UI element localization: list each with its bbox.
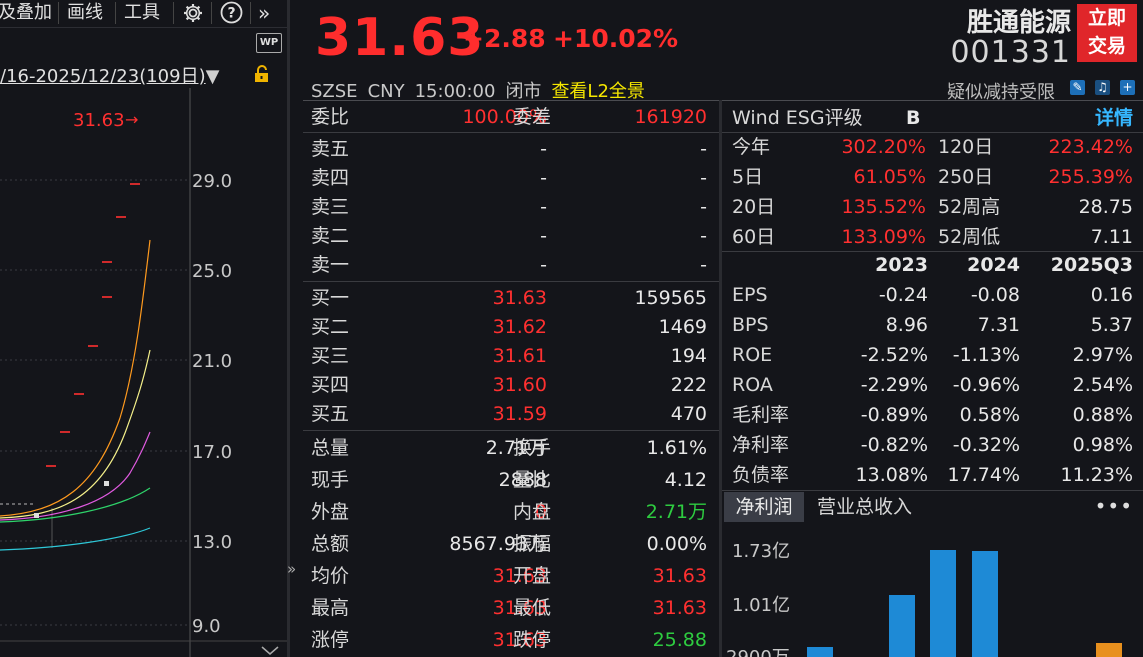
bid-row[interactable]: 买二 31.62 1469 xyxy=(303,313,719,341)
bid-row[interactable]: 买五 31.59 470 xyxy=(303,400,719,428)
y-tick: 9.0 xyxy=(192,616,221,637)
stat-row: 现手 2888 量比 4.12 xyxy=(311,469,707,491)
ask-row[interactable]: 卖二 - - xyxy=(303,222,719,250)
financial-row: ROA -2.29% -0.96% 2.54% xyxy=(732,374,1133,396)
last-price-marker: 31.63 xyxy=(73,110,125,131)
add-icon[interactable]: + xyxy=(1120,80,1135,95)
esg-grade: B xyxy=(906,107,921,129)
bar-y-tick: 1.73亿 xyxy=(732,541,790,562)
chart-toolbar: 及叠加 画线 工具 ? » xyxy=(0,0,287,26)
weibi-row: 委比 100.00% 委差 161920 xyxy=(311,106,707,128)
stat-row: 涨停 31.63 跌停 25.88 xyxy=(311,629,707,651)
financial-row: BPS 8.96 7.31 5.37 xyxy=(732,314,1133,336)
alert-icon[interactable]: ♫ xyxy=(1095,80,1110,95)
profit-tabs: 净利润 营业总收入 ••• xyxy=(722,492,1143,522)
financial-row: 毛利率 -0.89% 0.58% 0.88% xyxy=(732,404,1133,426)
financial-row: EPS -0.24 -0.08 0.16 xyxy=(732,284,1133,306)
candles xyxy=(46,183,140,467)
stock-name: 胜通能源 xyxy=(966,8,1071,38)
expand-icon[interactable]: » xyxy=(287,560,301,578)
draw-line-menu[interactable]: 画线 xyxy=(67,0,103,26)
net-profit-chart: 1.73亿 1.01亿 2900万 xyxy=(726,541,1122,657)
y-tick: 21.0 xyxy=(192,351,232,372)
financial-row: 净利率 -0.82% -0.32% 0.98% xyxy=(732,434,1133,456)
stat-row: 最高 31.63 最低 31.63 xyxy=(311,597,707,619)
order-book-panel: 31.63 +2.88 +10.02% SZSE CNY 15:00:00 闭市 查看L… xyxy=(303,0,719,657)
currency: CNY xyxy=(367,81,405,102)
profit-bar xyxy=(889,595,915,657)
svg-text:?: ? xyxy=(227,6,235,22)
financial-row: ROE -2.52% -1.13% 2.97% xyxy=(732,344,1133,366)
bid-row[interactable]: 买四 31.60 222 xyxy=(303,371,719,399)
financial-row: 负债率 13.08% 17.74% 11.23% xyxy=(732,464,1133,486)
y-tick: 17.0 xyxy=(192,442,232,463)
kline-panel: 及叠加 画线 工具 ? » WP /16-2025/12/23(109日)▼ 2… xyxy=(0,0,287,657)
kline-chart[interactable]: 29.0 25.0 21.0 17.0 13.0 9.0 31.63 → xyxy=(0,88,287,657)
stock-info-panel: 胜通能源 001331 立即 交易 疑似减持受限 ✎ ♫ + Wind ESG评级… xyxy=(722,0,1143,657)
esg-row: Wind ESG评级 B 详情 xyxy=(722,103,1143,133)
bar-y-tick: 2900万 xyxy=(726,647,790,657)
bid-row[interactable]: 买三 31.61 194 xyxy=(303,342,719,370)
date-range[interactable]: /16-2025/12/23(109日)▼ xyxy=(0,62,219,88)
edit-icon[interactable]: ✎ xyxy=(1070,80,1085,95)
double-chevron-right-icon[interactable]: » xyxy=(258,0,270,26)
profit-bar xyxy=(1096,643,1122,657)
perf-row: 5日 61.05% 250日 255.39% xyxy=(732,166,1133,188)
bid-row[interactable]: 买一 31.63 159565 xyxy=(303,284,719,312)
stat-row: 总量 2.71万 换手 1.61% xyxy=(311,437,707,459)
market-status: 闭市 xyxy=(505,81,542,102)
perf-row: 今年 302.20% 120日 223.42% xyxy=(732,136,1133,158)
last-price: 31.63 xyxy=(315,8,485,68)
perf-row: 60日 133.09% 52周低 7.11 xyxy=(732,226,1133,248)
wp-icon[interactable]: WP xyxy=(256,33,282,53)
esg-detail-link[interactable]: 详情 xyxy=(1095,103,1133,133)
panel-divider[interactable] xyxy=(287,0,290,657)
price-change: +2.88 xyxy=(463,24,546,53)
ask-row[interactable]: 卖三 - - xyxy=(303,193,719,221)
ask-row[interactable]: 卖五 - - xyxy=(303,135,719,163)
stat-row: 外盘 0 内盘 2.71万 xyxy=(311,501,707,523)
profit-bar xyxy=(972,551,998,657)
exchange: SZSE xyxy=(311,81,358,102)
profit-bar xyxy=(807,647,833,657)
lock-icon[interactable] xyxy=(253,65,271,83)
tools-menu[interactable]: 工具 xyxy=(124,0,160,26)
profit-bar xyxy=(930,550,956,657)
caret-down-icon[interactable]: ▼ xyxy=(206,66,220,87)
arrow-right-icon: → xyxy=(125,110,138,129)
stock-code: 001331 xyxy=(950,35,1071,70)
stat-row: 总额 8567.93万 振幅 0.00% xyxy=(311,533,707,555)
financial-header: 2023 2024 2025Q3 xyxy=(875,254,1133,276)
ask-row[interactable]: 卖一 - - xyxy=(303,251,719,279)
y-tick: 13.0 xyxy=(192,532,232,553)
chevron-down-icon[interactable] xyxy=(258,643,282,657)
y-tick: 29.0 xyxy=(192,171,232,192)
ask-row[interactable]: 卖四 - - xyxy=(303,164,719,192)
more-icon[interactable]: ••• xyxy=(1095,492,1133,520)
tab-revenue[interactable]: 营业总收入 xyxy=(817,492,912,522)
overlay-menu[interactable]: 及叠加 xyxy=(0,0,52,26)
bar-y-tick: 1.01亿 xyxy=(732,595,790,616)
trade-now-button[interactable]: 立即 交易 xyxy=(1077,4,1137,62)
y-tick: 25.0 xyxy=(192,261,232,282)
l2-link[interactable]: 查看L2全景 xyxy=(551,81,644,102)
stat-row: 均价 31.63 开盘 31.63 xyxy=(311,565,707,587)
tab-net-profit[interactable]: 净利润 xyxy=(724,492,804,522)
price-change-pct: +10.02% xyxy=(553,24,679,53)
quote-time: 15:00:00 xyxy=(414,81,496,102)
perf-row: 20日 135.52% 52周高 28.75 xyxy=(732,196,1133,218)
